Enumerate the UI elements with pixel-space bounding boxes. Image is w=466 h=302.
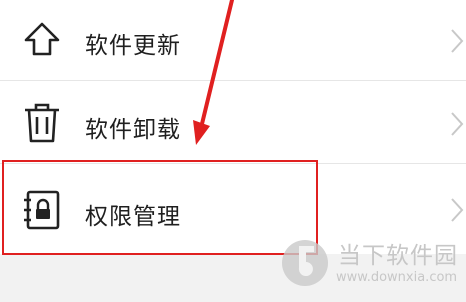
- highlight-box: [2, 160, 318, 255]
- menu-item-software-uninstall[interactable]: 软件卸载: [0, 81, 466, 165]
- upload-arrow-icon: [24, 22, 60, 56]
- downxia-logo-icon: [282, 240, 328, 286]
- trash-icon: [25, 103, 59, 143]
- menu-item-software-update[interactable]: 软件更新: [0, 0, 466, 84]
- chevron-right-icon: [451, 112, 464, 136]
- watermark-url: www.downxia.com: [336, 270, 458, 285]
- chevron-right-icon: [451, 198, 464, 222]
- watermark-title: 当下软件园: [338, 243, 458, 269]
- menu-item-label: 软件更新: [85, 33, 181, 59]
- menu-item-label: 软件卸载: [85, 117, 181, 143]
- watermark: 当下软件园 www.downxia.com: [280, 232, 460, 298]
- chevron-right-icon: [451, 29, 464, 53]
